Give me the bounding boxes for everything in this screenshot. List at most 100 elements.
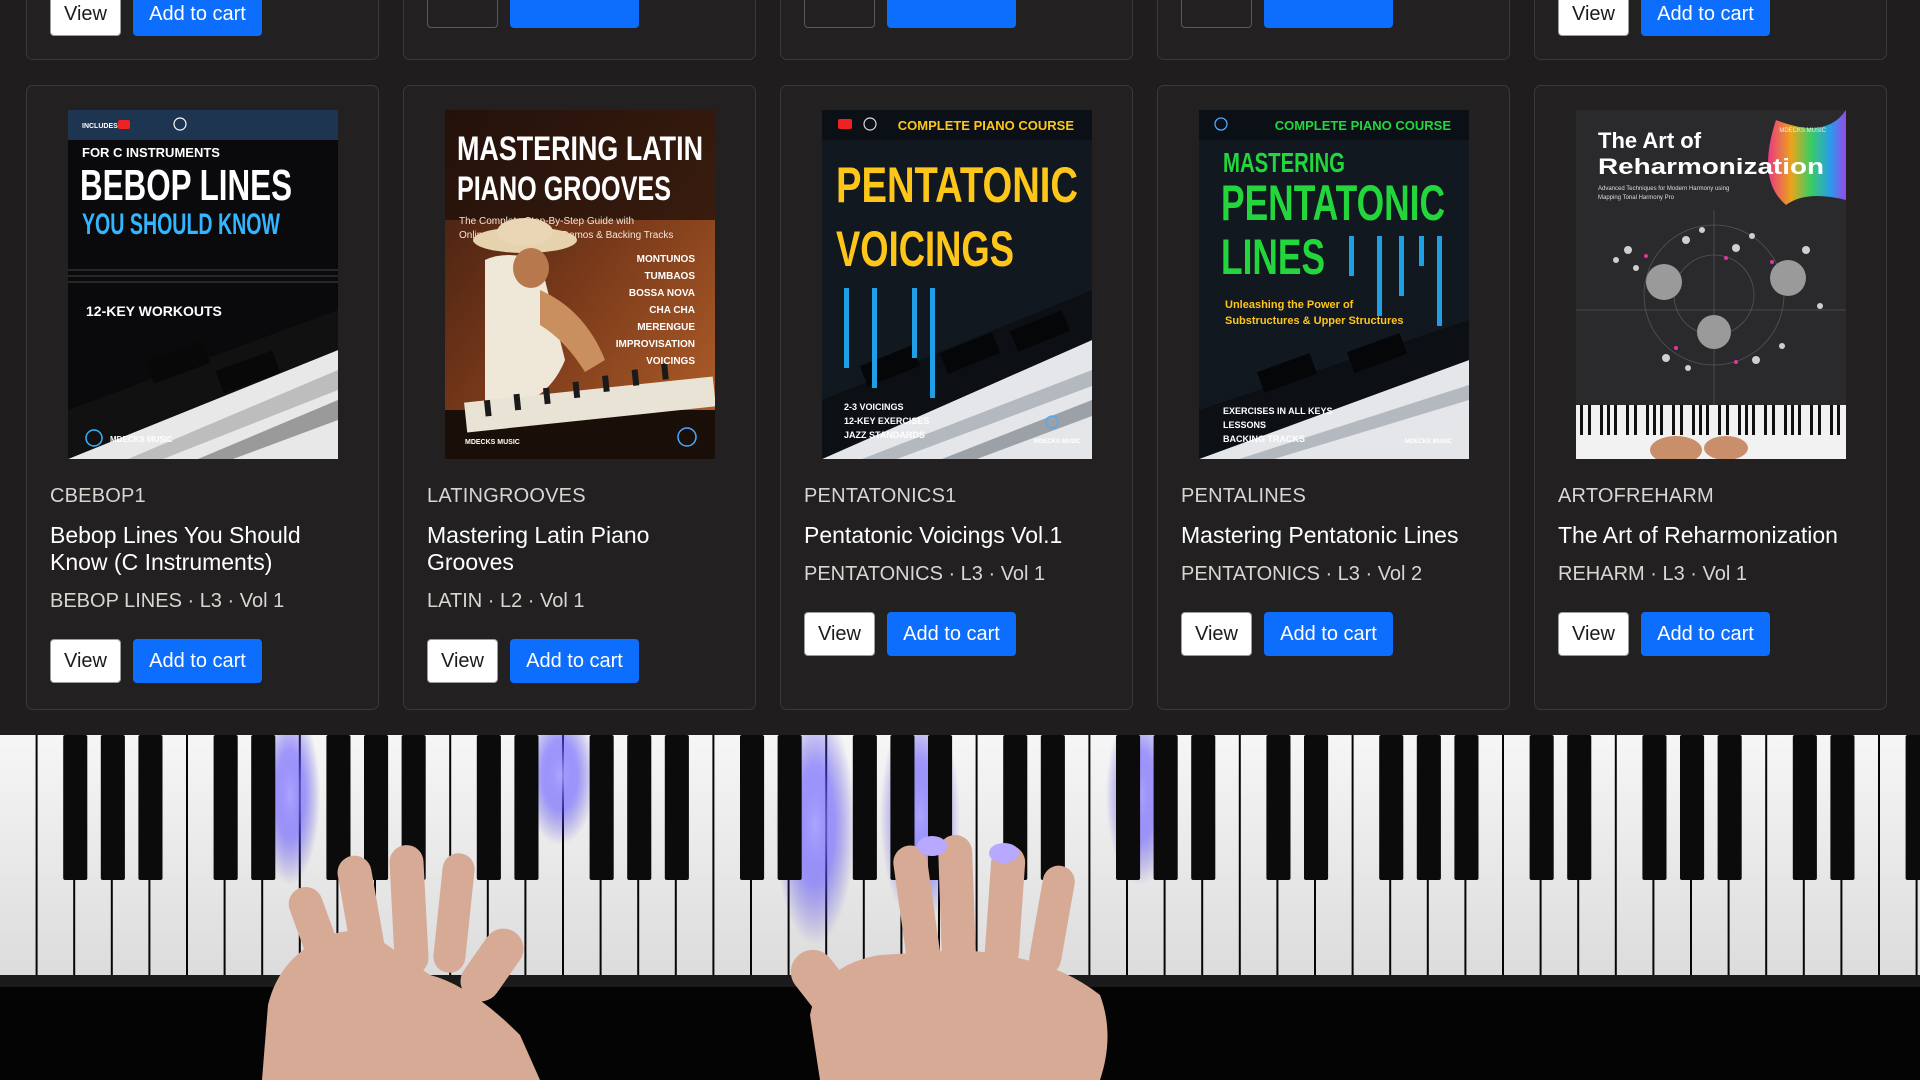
black-key [476,735,501,880]
view-button[interactable]: View [1181,612,1252,656]
cover-title-line1: PENTATONIC [836,157,1078,213]
cover-list-item: 12-KEY EXERCISES [844,416,929,426]
view-button[interactable]: View [50,0,121,36]
view-button[interactable]: View [50,639,121,683]
black-key [364,735,389,880]
view-button[interactable]: View [427,639,498,683]
cover-subtitle-line2: Mapping Tonal Harmony Pro [1598,195,1675,201]
black-key [1266,735,1291,880]
view-button[interactable]: View [1558,612,1629,656]
product-card: INCLUDES FOR C INSTRUMENTS BEBOP LINES Y… [26,85,379,710]
cover-list-item: JAZZ STANDARDS [844,430,925,440]
cover-publisher: MDECKS MUSIC [110,435,173,444]
black-key [213,735,238,880]
previous-card-row: View Add to cart View Add to cart [0,0,1920,62]
product-card: MASTERING LATIN PIANO GROOVES The Comple… [403,85,756,710]
product-card: View Add to cart [26,0,379,60]
cover-subtitle-line1: Advanced Techniques for Modern Harmony u… [1598,186,1729,192]
black-key [1792,735,1817,880]
book-cover[interactable]: The Art of Reharmonization Advanced Tech… [1575,110,1846,459]
cover-list-item: BACKING TRACKS [1223,434,1305,444]
black-key [1717,735,1742,880]
cover-list-item: LESSONS [1223,420,1266,430]
cover-kicker: FOR C INSTRUMENTS [82,145,220,160]
product-meta: PENTATONICS · L3 · Vol 1 [804,563,1046,585]
product-title[interactable]: The Art of Reharmonization [1558,522,1863,549]
black-key [1567,735,1592,880]
black-key [514,735,539,880]
product-title[interactable]: Bebop Lines You Should Know (C Instrumen… [50,522,355,576]
add-to-cart-button[interactable] [887,0,1016,28]
product-meta: PENTATONICS · L3 · Vol 2 [1181,563,1423,585]
product-meta: BEBOP LINES · L3 · Vol 1 [50,590,285,612]
black-key [740,735,765,880]
cover-title-line3: LINES [1221,229,1325,285]
youtube-icon [117,120,130,129]
cover-list-item: VOICINGS [646,356,695,367]
cover-subtitle-line1: Unleashing the Power of [1225,299,1354,311]
cover-title-line1: The Art of [1598,128,1702,153]
cover-list-item: BOSSA NOVA [628,288,694,299]
black-key [251,735,276,880]
product-sku: PENTALINES [1181,485,1306,507]
cover-title-line2: PENTATONIC [1221,175,1445,231]
product-card: View Add to cart [1534,0,1887,60]
add-to-cart-button[interactable]: Add to cart [133,0,262,36]
cover-title-line2: PIANO GROOVES [457,170,671,208]
store-page: View Add to cart View Add to cart INCLUD… [0,0,1920,1080]
product-meta: LATIN · L2 · Vol 1 [427,590,585,612]
black-key [852,735,877,880]
black-key [627,735,652,880]
cover-publisher: MDECKS MUSIC [1405,439,1453,445]
book-cover[interactable]: INCLUDES FOR C INSTRUMENTS BEBOP LINES Y… [67,110,338,459]
black-key [1454,735,1479,880]
black-key [1116,735,1141,880]
add-to-cart-button[interactable]: Add to cart [1641,612,1770,656]
product-card: COMPLETE PIANO COURSE PENTATONIC VOICING… [780,85,1133,710]
cover-subtitle-line2: Substructures & Upper Structures [1225,315,1403,327]
add-to-cart-button[interactable]: Add to cart [510,639,639,683]
add-to-cart-button[interactable]: Add to cart [1264,612,1393,656]
black-key [1529,735,1554,880]
cover-kicker: COMPLETE PIANO COURSE [897,118,1074,133]
black-key [1304,735,1329,880]
black-key [589,735,614,880]
view-button[interactable]: View [1558,0,1629,36]
cover-title-line2: YOU SHOULD KNOW [82,208,280,241]
add-to-cart-button[interactable]: Add to cart [887,612,1016,656]
cover-title-line2: Reharmonization [1598,154,1824,179]
youtube-icon [837,119,852,129]
cover-list-item: EXERCISES IN ALL KEYS [1223,406,1333,416]
black-key [1040,735,1065,880]
piano-video-overlay [0,735,1920,1080]
product-title[interactable]: Pentatonic Voicings Vol.1 [804,522,1109,549]
cover-list-item: MERENGUE [637,322,695,333]
add-to-cart-button[interactable]: Add to cart [133,639,262,683]
book-cover[interactable]: COMPLETE PIANO COURSE MASTERING PENTATON… [1198,110,1469,459]
book-cover[interactable]: COMPLETE PIANO COURSE PENTATONIC VOICING… [821,110,1092,459]
black-key [1905,735,1920,880]
view-button[interactable] [1181,0,1252,28]
view-button[interactable] [804,0,875,28]
cover-title-line1: BEBOP LINES [80,161,292,210]
add-to-cart-button[interactable]: Add to cart [1641,0,1770,36]
product-card [403,0,756,60]
cover-list-item: 2-3 VOICINGS [844,402,904,412]
product-card: COMPLETE PIANO COURSE MASTERING PENTATON… [1157,85,1510,710]
book-cover[interactable]: MASTERING LATIN PIANO GROOVES The Comple… [444,110,715,459]
add-to-cart-button[interactable] [1264,0,1393,28]
product-title[interactable]: Mastering Pentatonic Lines [1181,522,1486,549]
cover-tagline: 12-KEY WORKOUTS [86,303,222,319]
product-title[interactable]: Mastering Latin Piano Grooves [427,522,732,576]
cover-list-item: IMPROVISATION [615,339,694,350]
add-to-cart-button[interactable] [510,0,639,28]
view-button[interactable]: View [804,612,875,656]
view-button[interactable] [427,0,498,28]
black-key [1379,735,1404,880]
black-key [100,735,125,880]
product-card [1157,0,1510,60]
cover-kicker: COMPLETE PIANO COURSE [1274,118,1451,133]
cover-publisher: MDECKS MUSIC [1779,128,1826,134]
product-sku: LATINGROOVES [427,485,586,507]
black-key [1191,735,1216,880]
